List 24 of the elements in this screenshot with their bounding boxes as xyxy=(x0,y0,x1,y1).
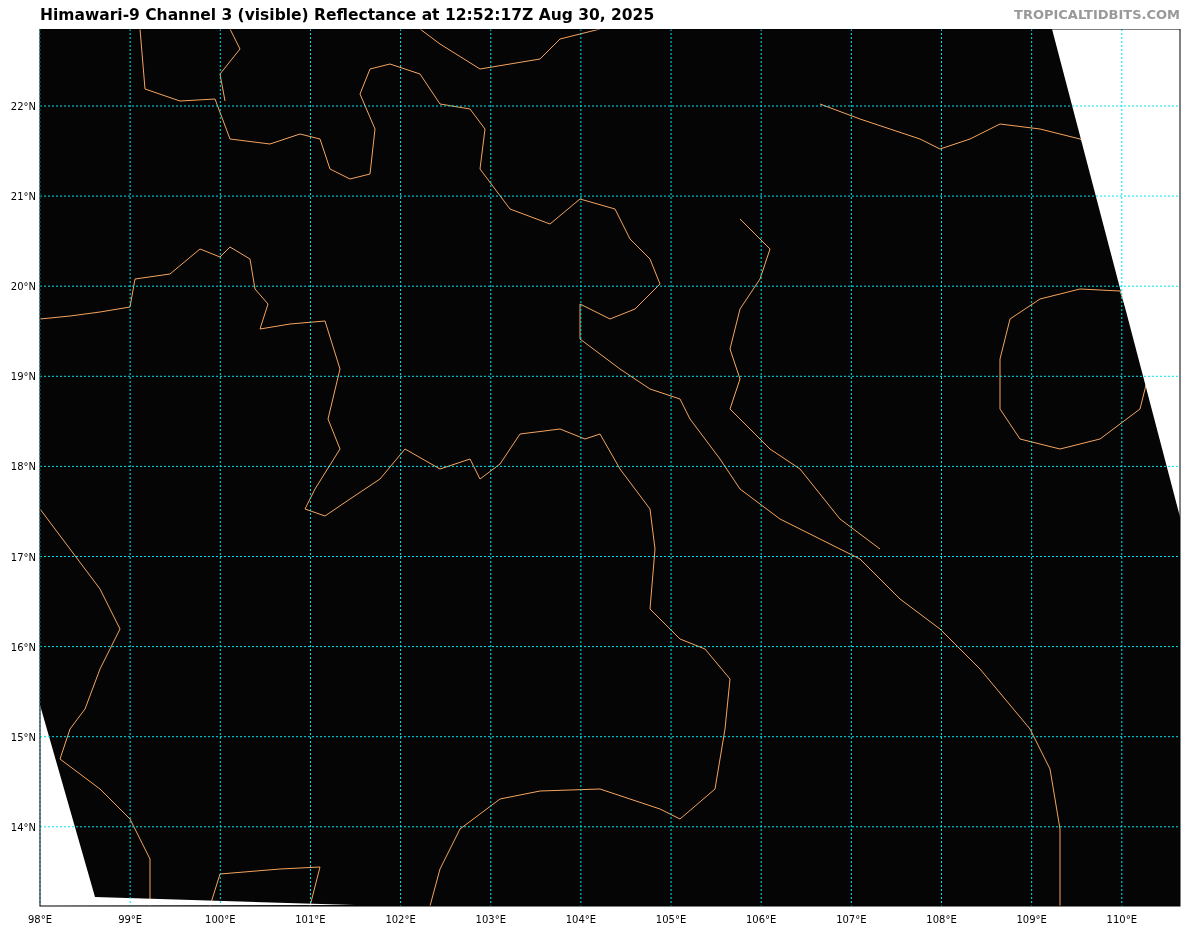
latitude-label: 20°N xyxy=(10,281,36,293)
latitude-label: 14°N xyxy=(10,821,36,833)
latitude-label: 22°N xyxy=(10,101,36,112)
longitude-label: 100°E xyxy=(205,914,236,925)
longitude-label: 103°E xyxy=(475,914,506,925)
longitude-label: 108°E xyxy=(926,914,957,925)
site-credit: TROPICALTIDBITS.COM xyxy=(1014,8,1180,21)
longitude-label: 107°E xyxy=(836,914,867,925)
longitude-label: 99°E xyxy=(118,914,143,925)
longitude-label: 101°E xyxy=(295,914,326,925)
longitude-label: 110°E xyxy=(1106,914,1137,925)
map-title: Himawari-9 Channel 3 (visible) Reflectance at 12:52:17Z Aug 30, 2025 xyxy=(40,8,655,24)
latitude-label: 15°N xyxy=(10,731,36,743)
longitude-label: 102°E xyxy=(385,914,416,925)
longitude-label: 104°E xyxy=(565,914,597,925)
longitude-label: 106°E xyxy=(746,914,777,925)
latitude-label: 19°N xyxy=(10,371,36,383)
longitude-label: 109°E xyxy=(1016,914,1047,925)
latitude-label: 17°N xyxy=(10,551,36,563)
longitude-label: 98°E xyxy=(28,914,52,925)
latitude-label: 18°N xyxy=(10,461,36,473)
latitude-label: 21°N xyxy=(10,191,36,203)
latitude-label: 16°N xyxy=(10,641,36,653)
longitude-label: 105°E xyxy=(655,914,687,925)
